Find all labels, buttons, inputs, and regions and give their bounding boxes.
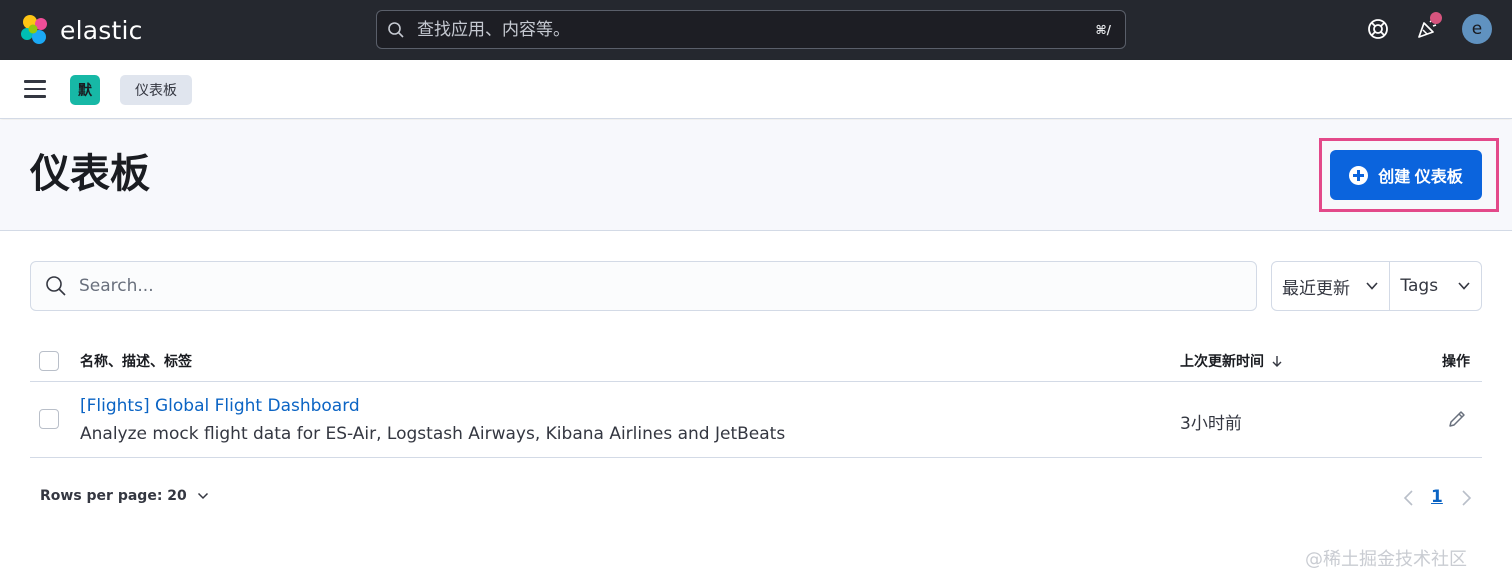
breadcrumb[interactable]: 仪表板 — [120, 75, 192, 105]
menu-toggle-icon[interactable] — [24, 80, 46, 98]
rows-per-page-selector[interactable]: Rows per page: 20 — [40, 488, 209, 504]
global-search-bar[interactable]: ⌘/ — [376, 10, 1126, 49]
page-header — [0, 120, 1512, 231]
dashboard-updated-time: 3小时前 — [1180, 414, 1242, 434]
sort-arrow-down-icon — [1272, 356, 1282, 367]
dashboard-description: Analyze mock flight data for ES-Air, Log… — [80, 424, 786, 444]
elastic-brand[interactable]: elastic — [18, 12, 143, 48]
table-header-divider — [30, 381, 1482, 382]
previous-page-icon[interactable] — [1400, 487, 1418, 509]
column-header-updated[interactable]: 上次更新时间 — [1180, 351, 1284, 371]
select-all-checkbox[interactable] — [39, 351, 59, 371]
chevron-down-icon — [197, 492, 208, 500]
sort-filter-button[interactable]: 最近更新 — [1272, 262, 1391, 310]
chevron-down-icon — [1366, 282, 1379, 290]
chevron-down-icon — [1458, 282, 1470, 290]
tags-filter-label: Tags — [1400, 276, 1439, 296]
space-avatar[interactable]: 默 — [70, 75, 100, 105]
tags-filter-button[interactable]: Tags — [1390, 262, 1481, 310]
dashboard-search[interactable] — [30, 261, 1257, 311]
sort-filter-label: 最近更新 — [1282, 278, 1350, 299]
page-number[interactable]: 1 — [1431, 487, 1443, 507]
page-title: 仪表板 — [30, 151, 150, 197]
top-header: elastic ⌘/ e — [0, 0, 1512, 60]
help-icon[interactable] — [1365, 16, 1391, 42]
elastic-logo-icon — [18, 13, 52, 47]
user-avatar[interactable]: e — [1462, 14, 1492, 44]
filter-group: 最近更新 Tags — [1271, 261, 1482, 311]
create-dashboard-button[interactable]: 创建 仪表板 — [1330, 150, 1482, 200]
row-checkbox[interactable] — [39, 409, 59, 429]
watermark: @稀土掘金技术社区 — [1305, 549, 1467, 570]
search-shortcut: ⌘/ — [1095, 22, 1111, 37]
navigation-bar: 默 仪表板 — [0, 60, 1512, 119]
rows-per-page-label: Rows per page: 20 — [40, 488, 187, 504]
next-page-icon[interactable] — [1457, 487, 1475, 509]
search-icon — [388, 21, 404, 38]
pencil-edit-icon[interactable] — [1446, 408, 1468, 430]
table-row-divider — [30, 457, 1482, 458]
column-header-name[interactable]: 名称、描述、标签 — [80, 351, 192, 371]
dashboard-title-link[interactable]: [Flights] Global Flight Dashboard — [80, 396, 360, 416]
brand-name: elastic — [60, 15, 143, 45]
create-dashboard-label: 创建 仪表板 — [1378, 169, 1463, 186]
global-search-input[interactable] — [417, 19, 1096, 40]
search-input[interactable] — [79, 276, 1256, 296]
plus-circle-icon — [1349, 165, 1369, 185]
search-icon — [46, 276, 66, 296]
notification-dot — [1430, 12, 1442, 24]
column-header-updated-label: 上次更新时间 — [1180, 354, 1264, 370]
column-header-actions: 操作 — [1442, 354, 1470, 370]
